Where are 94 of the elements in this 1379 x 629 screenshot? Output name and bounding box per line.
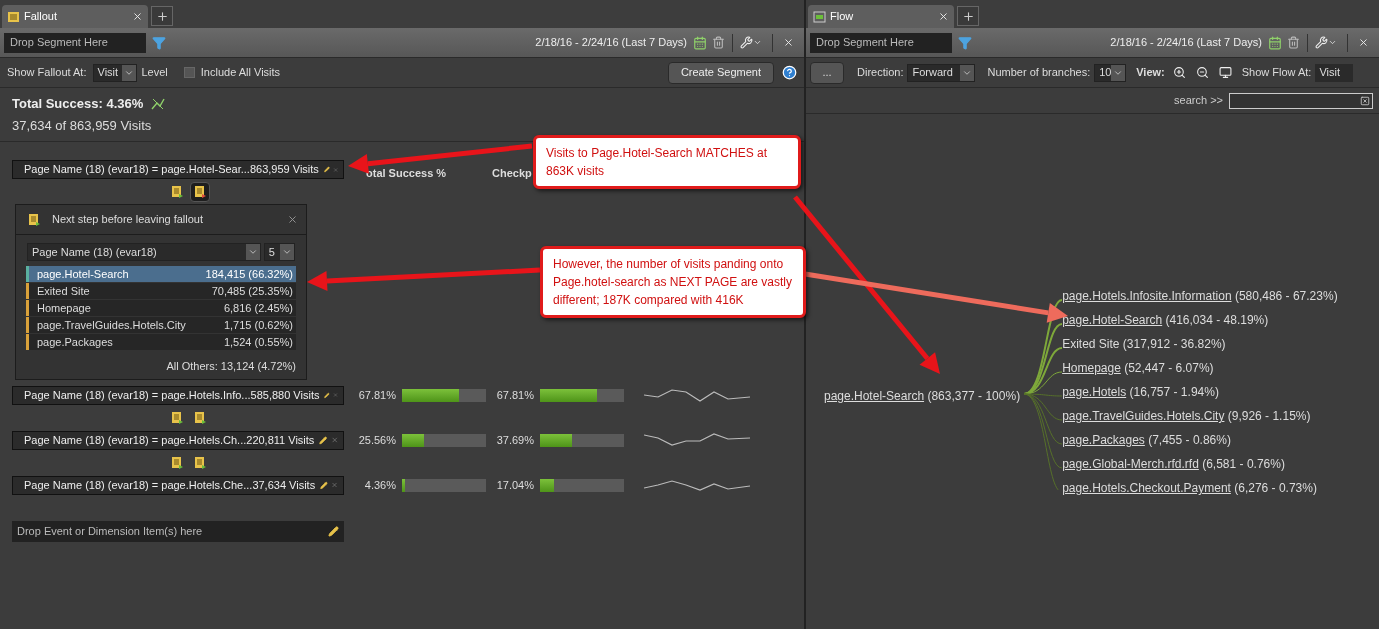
- report-icon: [7, 10, 20, 23]
- search-label: search >>: [1174, 93, 1223, 109]
- summary-title: Total Success: 4.36%: [12, 94, 144, 113]
- flow-level-select[interactable]: Visit: [1315, 63, 1354, 82]
- report-icon: [813, 10, 826, 23]
- dimension-select[interactable]: Page Name (18) (evar18): [27, 243, 261, 261]
- trash-icon[interactable]: [1287, 36, 1300, 49]
- flow-target-node[interactable]: page.Hotels.Checkout.Payment (6,276 - 0.73%): [1062, 476, 1338, 500]
- step-visits: 585,880 Visits: [250, 387, 320, 403]
- chart-edit-icon[interactable]: [151, 96, 166, 110]
- pencil-icon[interactable]: [319, 434, 328, 446]
- close-icon[interactable]: [132, 11, 143, 22]
- show-flow-label: Show Flow At:: [1241, 65, 1312, 81]
- flow-target-node[interactable]: Exited Site (317,912 - 36.82%): [1062, 332, 1338, 356]
- level-label: Level: [141, 65, 168, 81]
- caret-icon[interactable]: [753, 38, 762, 47]
- create-segment-button[interactable]: Create Segment: [667, 61, 774, 84]
- summary-subtitle: 37,634 of 863,959 Visits: [12, 117, 153, 135]
- step-visits: 220,811 Visits: [246, 432, 315, 448]
- flow-target-node[interactable]: page.Global-Merch.rfd.rfd (6,581 - 0.76%): [1062, 452, 1338, 476]
- checkpoint-percent: 67.81%: [495, 387, 534, 403]
- flow-source-node[interactable]: page.Hotel-Search (863,377 - 100%): [824, 387, 1021, 405]
- report-tab[interactable]: Flow: [808, 5, 954, 28]
- step-label: Page Name (18) (evar18) = page.Hotels.Ch...: [24, 432, 247, 448]
- total-success-percent: 25.56%: [357, 432, 396, 448]
- branches-label: Number of branches:: [987, 65, 1091, 81]
- breakdown-item[interactable]: Homepage 6,816 (2.45%): [26, 300, 296, 316]
- wrench-icon[interactable]: [740, 36, 753, 49]
- flow-target-node[interactable]: page.Hotel-Search (416,034 - 48.19%): [1062, 308, 1338, 332]
- step-visits: 863,959 Visits: [249, 162, 319, 178]
- breakdown-item[interactable]: page.Hotel-Search 184,415 (66.32%): [26, 266, 296, 282]
- total-success-percent: 4.36%: [363, 477, 396, 493]
- zoom-out-icon[interactable]: [1195, 66, 1209, 79]
- date-range[interactable]: 2/18/16 - 2/24/16 (Last 7 Days): [535, 34, 687, 51]
- branches-select[interactable]: 10: [1094, 63, 1127, 82]
- count-select[interactable]: 5: [263, 243, 295, 261]
- breakdown-item[interactable]: Exited Site 70,485 (25.35%): [26, 283, 296, 299]
- breakdown-footer: All Others: 13,124 (4.72%): [16, 358, 306, 375]
- direction-select[interactable]: Forward: [907, 63, 976, 82]
- segment-drop-field[interactable]: Drop Segment Here: [810, 32, 952, 53]
- flow-target-node[interactable]: page.Packages (7,455 - 0.86%): [1062, 428, 1338, 452]
- step-label: Page Name (18) (evar18) = page.Hotel-Sear...: [24, 162, 250, 178]
- annotation-callout: However, the number of visits panding onto Page.hotel-search as NEXT PAGE are vastly different; 187K compared with 416K: [540, 246, 806, 318]
- step-label: Page Name (18) (evar18) = page.Hotels.Che...: [24, 477, 253, 493]
- close-icon[interactable]: [783, 37, 794, 48]
- flow-target-node[interactable]: page.TravelGuides.Hotels.City (9,926 - 1.15%): [1062, 404, 1338, 428]
- pencil-icon[interactable]: [328, 525, 339, 537]
- caret-icon[interactable]: [247, 247, 258, 257]
- step-visits: 37,634 Visits: [252, 477, 316, 493]
- pencil-icon[interactable]: [320, 479, 328, 491]
- include-all-checkbox[interactable]: [183, 67, 195, 78]
- step-box[interactable]: Page Name (18) (evar18) = page.Hotel-Sear...863,959 Visits: [12, 160, 344, 179]
- breakdown-item[interactable]: page.TravelGuides.Hotels.City 1,715 (0.62%): [26, 317, 296, 333]
- close-icon[interactable]: [1358, 37, 1369, 48]
- event-drop-field[interactable]: Drop Event or Dimension Item(s) here: [12, 520, 344, 542]
- breakdown-item[interactable]: page.Packages 1,524 (0.55%): [26, 334, 296, 350]
- checkpoint-percent: 37.69%: [495, 432, 534, 448]
- step-box[interactable]: Page Name (18) (evar18) = page.Hotels.Info...585,880 Visits: [12, 385, 344, 405]
- include-all-label: Include All Visits: [200, 65, 281, 81]
- caret-icon[interactable]: [1328, 38, 1337, 47]
- zoom-in-icon[interactable]: [1172, 66, 1186, 79]
- popover-title: Next step before leaving fallout: [52, 212, 205, 228]
- trash-icon[interactable]: [712, 36, 725, 49]
- level-select[interactable]: Visit: [92, 63, 137, 82]
- flow-target-node[interactable]: page.Hotels (16,757 - 1.94%): [1062, 380, 1338, 404]
- checkpoint-percent: 17.04%: [495, 477, 534, 493]
- close-icon[interactable]: [938, 11, 949, 22]
- date-range[interactable]: 2/18/16 - 2/24/16 (Last 7 Days): [1110, 34, 1262, 51]
- column-header: otal Success %: [366, 166, 448, 182]
- step-box[interactable]: Page Name (18) (evar18) = page.Hotels.Che...37,634 Visits: [12, 475, 344, 495]
- caret-icon[interactable]: [282, 247, 292, 257]
- direction-label: Direction:: [857, 65, 904, 81]
- help-icon[interactable]: [782, 65, 797, 80]
- step-box[interactable]: Page Name (18) (evar18) = page.Hotels.Ch...220,811 Visits: [12, 430, 344, 450]
- calendar-icon[interactable]: [693, 35, 707, 50]
- step-label: Page Name (18) (evar18) = page.Hotels.Info...: [24, 387, 251, 403]
- search-field[interactable]: [1229, 92, 1373, 109]
- report-tab[interactable]: Fallout: [2, 5, 148, 28]
- view-label: View:: [1136, 65, 1165, 81]
- flow-target-node[interactable]: Homepage (52,447 - 6.07%): [1062, 356, 1338, 380]
- next-step-icon[interactable]: [190, 182, 210, 202]
- annotation-callout: Visits to Page.Hotel-Search MATCHES at 863K visits: [533, 135, 801, 189]
- more-button[interactable]: ...: [810, 61, 844, 84]
- calendar-icon[interactable]: [1268, 35, 1282, 50]
- flow-target-node[interactable]: page.Hotels.Infosite.Information (580,486 - 67.23%): [1062, 284, 1338, 308]
- total-success-percent: 67.81%: [357, 387, 396, 403]
- monitor-icon[interactable]: [1218, 66, 1232, 79]
- close-icon[interactable]: [287, 214, 298, 225]
- segment-drop-field[interactable]: Drop Segment Here: [4, 32, 146, 53]
- column-header: Checkp: [492, 166, 532, 182]
- pencil-icon[interactable]: [323, 164, 330, 175]
- show-at-label: Show Fallout At:: [7, 65, 87, 81]
- clear-icon[interactable]: [1360, 95, 1370, 106]
- wrench-icon[interactable]: [1315, 36, 1328, 49]
